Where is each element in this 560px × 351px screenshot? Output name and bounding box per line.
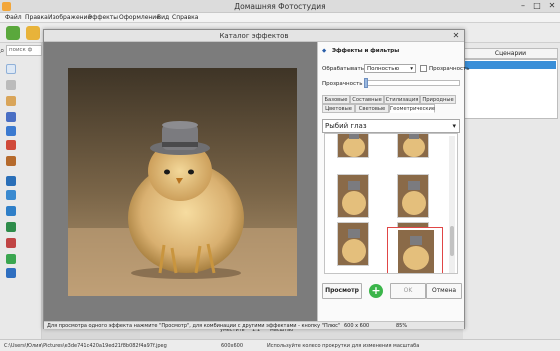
lasso-tool-icon[interactable] xyxy=(6,80,16,90)
app-title: Домашняя Фотостудия xyxy=(234,2,326,11)
menu-bar: Файл Правка Изображение Эффекты Оформлен… xyxy=(0,13,560,23)
color-tool-icon[interactable] xyxy=(6,222,16,232)
crop-tool-icon[interactable] xyxy=(6,268,16,278)
stamp-tool-icon[interactable] xyxy=(6,156,16,166)
preview-button[interactable]: Просмотр xyxy=(322,283,362,299)
effects-catalog-dialog: Каталог эффектов ✕ ◆ Эффекты и фильтры О… xyxy=(43,29,469,329)
dialog-status-bar: Для просмотра одного эффекта нажмите "Пр… xyxy=(44,321,464,329)
menu-effects[interactable]: Эффекты xyxy=(88,14,118,21)
effect-select-value: Рыбий глаз xyxy=(325,122,367,130)
scenarios-list-selected-item[interactable] xyxy=(465,61,556,69)
transparency-checkbox[interactable] xyxy=(420,65,427,72)
effect-select[interactable]: Рыбий глаз ▾ xyxy=(322,119,460,133)
effect-thumbnail[interactable] xyxy=(337,174,369,218)
effect-thumbnail[interactable] xyxy=(397,134,429,158)
select-tool-icon[interactable] xyxy=(6,64,16,74)
transparency-slider-handle[interactable] xyxy=(364,78,368,88)
redeye-tool-icon[interactable] xyxy=(6,238,16,248)
effects-thumbnails xyxy=(324,133,458,274)
process-select-value: Полностью xyxy=(367,66,400,72)
status-file-path: C:\Users\Юлия\Pictures\e3de741c420a19ed2… xyxy=(4,343,167,349)
status-hint: Используйте колесо прокрутки для изменен… xyxy=(267,343,420,349)
blur-tool-icon[interactable] xyxy=(6,190,16,200)
save-icon[interactable] xyxy=(26,26,40,40)
effect-thumbnail[interactable] xyxy=(397,174,429,218)
preview-image xyxy=(68,68,297,296)
tab-natural[interactable]: Природные xyxy=(420,95,456,104)
status-bar: C:\Users\Юлия\Pictures\e3de741c420a19ed2… xyxy=(0,339,560,351)
maximize-icon[interactable]: □ xyxy=(530,0,544,12)
thumbnails-scrollbar-thumb[interactable] xyxy=(450,226,454,256)
menu-help[interactable]: Справка xyxy=(172,14,198,21)
fill-tool-icon[interactable] xyxy=(6,140,16,150)
effect-thumbnail-selected[interactable] xyxy=(387,227,443,273)
section-title: Эффекты и фильтры xyxy=(332,48,400,54)
menu-image[interactable]: Изображение xyxy=(48,14,91,21)
open-file-icon[interactable] xyxy=(6,26,20,40)
dialog-title: Каталог эффектов xyxy=(44,30,464,42)
sharpen-tool-icon[interactable] xyxy=(6,206,16,216)
tab-basic[interactable]: Базовые xyxy=(322,95,350,104)
tab-stylization[interactable]: Стилизация xyxy=(384,95,420,104)
dialog-status-hint: Для просмотра одного эффекта нажмите "Пр… xyxy=(47,323,341,329)
status-image-size: 600x600 xyxy=(221,343,244,349)
effect-thumbnail[interactable] xyxy=(331,226,359,266)
main-titlebar: Домашняя Фотостудия – □ ✕ xyxy=(0,0,560,13)
tab-light[interactable]: Световые xyxy=(355,104,389,113)
chevron-down-icon: ▾ xyxy=(452,122,456,130)
tab-composite[interactable]: Составные xyxy=(350,95,384,104)
minimize-icon[interactable]: – xyxy=(516,0,530,12)
menu-edit[interactable]: Правка xyxy=(25,14,48,21)
menu-view[interactable]: Вид xyxy=(157,14,169,21)
pin-icon: ◆ xyxy=(322,48,327,54)
process-select[interactable]: Полностью ▾ xyxy=(364,64,416,73)
tab-scenarios[interactable]: Сценарии xyxy=(463,48,558,59)
preview-area xyxy=(44,42,317,321)
dropper-tool-icon[interactable] xyxy=(6,126,16,136)
tab-color[interactable]: Цветовые xyxy=(322,104,355,113)
dialog-status-size: 600 x 600 xyxy=(344,323,370,329)
menu-file[interactable]: Файл xyxy=(5,14,22,21)
search-input[interactable]: поиск ф xyxy=(6,45,42,56)
wand-tool-icon[interactable] xyxy=(6,96,16,106)
retouch-tool-icon[interactable] xyxy=(6,176,16,186)
brush-tool-icon[interactable] xyxy=(6,112,16,122)
transparency-label: Прозрачность xyxy=(322,81,363,87)
close-icon[interactable]: ✕ xyxy=(451,30,461,42)
plus-icon[interactable]: + xyxy=(369,284,383,298)
effect-thumbnail[interactable] xyxy=(337,134,369,158)
cancel-button[interactable]: Отмена xyxy=(426,283,462,299)
rotate-tool-icon[interactable] xyxy=(6,254,16,264)
tab-geometric[interactable]: Геометрические xyxy=(389,104,435,113)
ok-button[interactable]: OK xyxy=(390,283,426,299)
chevron-down-icon: ▾ xyxy=(410,66,413,72)
effects-panel: ◆ Эффекты и фильтры Обрабатывать: Полнос… xyxy=(317,42,469,321)
process-label: Обрабатывать: xyxy=(322,66,366,72)
transparency-checkbox-label: Прозрачность xyxy=(429,66,470,72)
transparency-slider[interactable] xyxy=(364,80,460,86)
dialog-status-zoom: 85% xyxy=(396,323,408,329)
window-close-icon[interactable]: ✕ xyxy=(545,0,559,12)
menu-decor[interactable]: Оформление xyxy=(119,14,160,21)
